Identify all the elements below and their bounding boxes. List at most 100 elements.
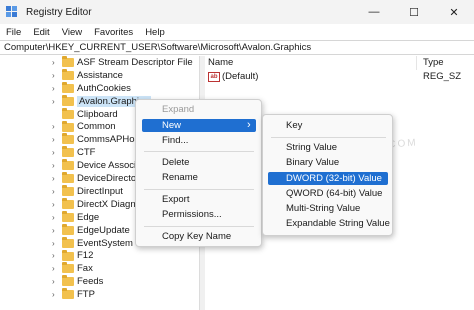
maximize-button[interactable]: ☐: [394, 0, 434, 24]
submenu-item-binary-value[interactable]: Binary Value: [286, 156, 339, 170]
menu-bar: File Edit View Favorites Help: [0, 24, 474, 40]
menu-separator: [144, 151, 254, 152]
menu-favorites[interactable]: Favorites: [94, 27, 133, 38]
tree-item-label: EdgeUpdate: [77, 224, 130, 236]
tree-item-label: Clipboard: [77, 108, 118, 120]
tree-item-label: Edge: [77, 211, 100, 223]
folder-icon: [62, 172, 74, 184]
tree-item-label: ASF Stream Descriptor File: [77, 56, 193, 68]
tree-item-label: FTP: [77, 289, 95, 301]
chevron-right-icon[interactable]: ›: [52, 290, 55, 299]
tree-item-label: Common: [77, 121, 116, 133]
tree-item-label: Assistance: [77, 69, 123, 81]
menu-edit[interactable]: Edit: [33, 27, 49, 38]
chevron-right-icon[interactable]: ›: [52, 213, 55, 222]
submenu-item-multi-string-value[interactable]: Multi-String Value: [286, 202, 360, 216]
chevron-right-icon[interactable]: ›: [52, 174, 55, 183]
registry-editor-icon: [6, 6, 18, 18]
column-header-name[interactable]: Name: [208, 56, 233, 70]
new-submenu: Key String Value Binary Value DWORD (32-…: [262, 114, 393, 236]
menu-item-rename[interactable]: Rename: [162, 171, 198, 185]
column-divider[interactable]: [416, 56, 417, 70]
tree-item-label: DirectX Diagno: [77, 198, 141, 210]
submenu-item-string-value[interactable]: String Value: [286, 141, 337, 155]
chevron-right-icon[interactable]: ›: [52, 71, 55, 80]
chevron-right-icon[interactable]: ›: [52, 264, 55, 273]
tree-item[interactable]: › ASF Stream Descriptor File: [0, 56, 199, 69]
tree-item-label: F12: [77, 250, 94, 262]
tree-item-label: Fax: [77, 263, 93, 275]
column-header-type[interactable]: Type: [423, 56, 444, 70]
menu-item-permissions[interactable]: Permissions...: [162, 208, 222, 222]
chevron-right-icon[interactable]: ›: [52, 148, 55, 157]
context-menu: Expand New › Find... Delete Rename Expor…: [135, 99, 262, 247]
menu-item-delete[interactable]: Delete: [162, 156, 189, 170]
address-bar[interactable]: Computer\HKEY_CURRENT_USER\Software\Micr…: [0, 40, 474, 55]
tree-item-label: DeviceDirector: [77, 173, 140, 185]
tree-item[interactable]: › AuthCookies: [0, 81, 199, 95]
folder-icon: [62, 120, 74, 132]
string-value-icon: ab: [208, 72, 220, 82]
menu-item-new[interactable]: New: [162, 119, 181, 133]
menu-item-copy-key-name[interactable]: Copy Key Name: [162, 230, 231, 244]
folder-icon: [62, 146, 74, 158]
tree-item-label: DirectInput: [77, 185, 123, 197]
folder-icon: [62, 94, 74, 106]
submenu-item-key[interactable]: Key: [286, 119, 302, 133]
chevron-right-icon[interactable]: ›: [52, 200, 55, 209]
menu-view[interactable]: View: [62, 27, 82, 38]
tree-item-label: AuthCookies: [77, 82, 131, 94]
menu-separator: [144, 189, 254, 190]
tree-item[interactable]: › FTP: [0, 288, 199, 301]
chevron-right-icon[interactable]: ›: [52, 187, 55, 196]
submenu-item-qword-value[interactable]: QWORD (64-bit) Value: [286, 187, 382, 201]
folder-icon: [62, 236, 74, 248]
folder-icon: [62, 197, 74, 209]
tree-item[interactable]: › F12: [0, 249, 199, 263]
folder-icon: [62, 185, 74, 196]
tree-item[interactable]: › Assistance: [0, 68, 199, 82]
menu-separator: [271, 137, 386, 138]
window-title: Registry Editor: [26, 6, 92, 18]
submenu-item-expandable-string-value[interactable]: Expandable String Value: [286, 217, 390, 231]
chevron-right-icon[interactable]: ›: [52, 122, 55, 131]
chevron-right-icon[interactable]: ›: [52, 135, 55, 144]
tree-item[interactable]: › Fax: [0, 262, 199, 275]
chevron-right-icon[interactable]: ›: [52, 97, 55, 106]
menu-separator: [144, 226, 254, 227]
chevron-right-icon[interactable]: ›: [52, 161, 55, 170]
folder-icon: [62, 275, 74, 287]
menu-help[interactable]: Help: [145, 27, 165, 38]
menu-file[interactable]: File: [6, 27, 21, 38]
folder-icon: [62, 56, 74, 67]
chevron-right-icon[interactable]: ›: [52, 277, 55, 286]
title-bar: Registry Editor — ☐ ✕: [0, 0, 474, 24]
minimize-button[interactable]: —: [354, 0, 394, 24]
menu-item-find[interactable]: Find...: [162, 134, 188, 148]
folder-icon: [62, 249, 74, 261]
folder-icon: [62, 107, 74, 119]
submenu-arrow-icon: ›: [247, 119, 251, 131]
tree-item[interactable]: › Feeds: [0, 275, 199, 288]
chevron-right-icon[interactable]: ›: [52, 251, 55, 260]
folder-icon: [62, 262, 74, 274]
tree-item-label: Feeds: [77, 276, 104, 288]
folder-icon: [62, 210, 74, 222]
tree-item-label: CommsAPHost: [77, 134, 142, 146]
tree-item-label: EventSystem: [77, 237, 133, 249]
chevron-right-icon[interactable]: ›: [52, 58, 55, 67]
chevron-right-icon[interactable]: ›: [52, 239, 55, 248]
menu-item-export[interactable]: Export: [162, 193, 189, 207]
close-button[interactable]: ✕: [434, 0, 474, 24]
folder-icon: [62, 133, 74, 145]
menu-item-new-highlight[interactable]: [142, 119, 256, 132]
value-name[interactable]: (Default): [222, 70, 258, 84]
menu-item-expand: Expand: [162, 104, 195, 115]
chevron-right-icon[interactable]: ›: [52, 226, 55, 235]
folder-icon: [62, 288, 74, 300]
submenu-item-dword-value[interactable]: DWORD (32-bit) Value: [286, 172, 382, 186]
folder-icon: [62, 81, 74, 93]
tree-item-label: Device Associa: [77, 160, 142, 172]
chevron-right-icon[interactable]: ›: [52, 84, 55, 93]
folder-icon: [62, 68, 74, 80]
